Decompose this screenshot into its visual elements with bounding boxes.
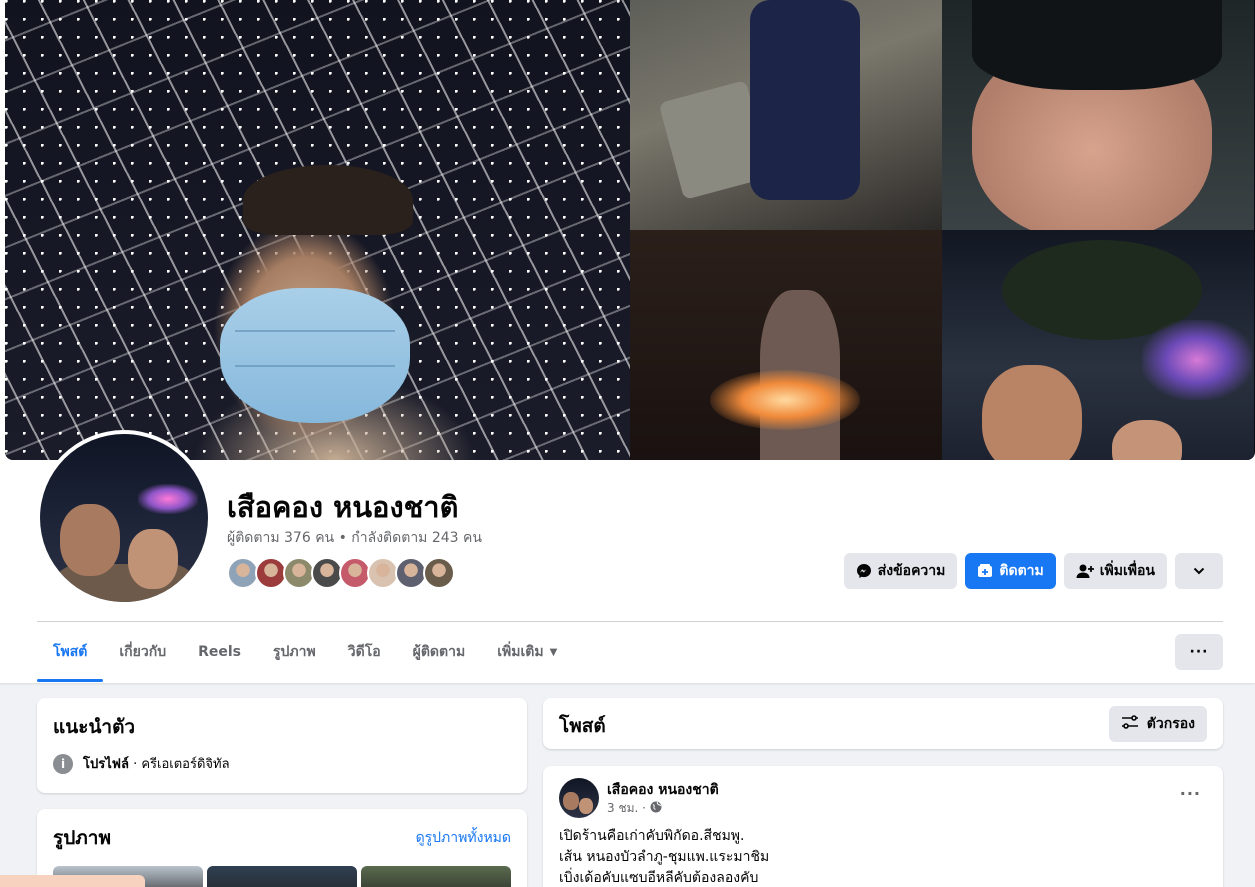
tab-photos[interactable]: รูปภาพ bbox=[257, 623, 332, 681]
post-meta: 3 ชม. · bbox=[607, 799, 662, 818]
profile-tabs: โพสต์ เกี่ยวกับ Reels รูปภาพ วิดีโอ ผู้ต… bbox=[37, 623, 573, 683]
message-button[interactable]: ส่งข้อความ bbox=[843, 553, 958, 589]
caret-down-icon: ▼ bbox=[549, 646, 558, 658]
cover-photo[interactable] bbox=[5, 0, 1255, 460]
avatar-face bbox=[60, 504, 120, 576]
cover-tile bbox=[942, 0, 1254, 240]
post-text-line: เปิดร้านคือเก่าคับพิกัดอ.สีชมพู. bbox=[559, 828, 745, 844]
profile-avatar[interactable] bbox=[36, 430, 212, 606]
post-time[interactable]: 3 ชม. · bbox=[607, 799, 646, 818]
chat-bubble-edge[interactable] bbox=[0, 875, 145, 887]
tile-face bbox=[982, 365, 1082, 460]
see-all-photos-link[interactable]: ดูรูปภาพทั้งหมด bbox=[416, 827, 511, 849]
cover-tile bbox=[942, 230, 1254, 460]
intro-title: แนะนำตัว bbox=[53, 716, 136, 738]
mask-fold bbox=[235, 330, 395, 332]
follow-button-label: ติดตาม bbox=[999, 563, 1044, 579]
cover-tile bbox=[630, 0, 942, 230]
tab-about[interactable]: เกี่ยวกับ bbox=[103, 623, 182, 681]
tab-label: เกี่ยวกับ bbox=[119, 644, 167, 660]
post-author-name[interactable]: เสือคอง หนองชาติ bbox=[607, 779, 719, 801]
tile-candles bbox=[710, 370, 860, 430]
profile-header: เสือคอง หนองชาติ ผู้ติดตาม 376 คน • กำลั… bbox=[0, 0, 1255, 683]
messenger-icon bbox=[856, 563, 872, 579]
cover-tile bbox=[630, 230, 942, 460]
more-options-button[interactable]: ··· bbox=[1175, 634, 1223, 670]
post-options-button[interactable]: ··· bbox=[1180, 784, 1201, 803]
tab-label: ผู้ติดตาม bbox=[412, 644, 466, 660]
tab-posts[interactable]: โพสต์ bbox=[37, 623, 104, 682]
avatar-photo bbox=[40, 434, 208, 602]
post-text: เปิดร้านคือเก่าคับพิกัดอ.สีชมพู. เส้น หน… bbox=[559, 826, 769, 887]
cover-person-mask bbox=[220, 288, 410, 423]
tab-followers[interactable]: ผู้ติดตาม bbox=[397, 623, 482, 681]
profile-actions: ส่งข้อความ ติดตาม เพิ่มเพื่อน bbox=[843, 553, 1223, 589]
tile-hair bbox=[972, 0, 1222, 90]
avatar-face bbox=[128, 529, 178, 589]
tab-label: Reels bbox=[198, 644, 241, 660]
posts-header: โพสต์ ตัวกรอง bbox=[543, 698, 1223, 749]
follow-stats[interactable]: ผู้ติดตาม 376 คน • กำลังติดตาม 243 คน bbox=[227, 527, 482, 549]
photos-title: รูปภาพ bbox=[53, 827, 111, 849]
cover-person-hair bbox=[243, 165, 413, 235]
tab-videos[interactable]: วิดีโอ bbox=[332, 623, 397, 681]
add-friend-icon bbox=[1076, 563, 1094, 579]
globe-icon bbox=[650, 801, 662, 816]
info-icon: i bbox=[53, 753, 73, 774]
cover-main-photo bbox=[5, 0, 630, 460]
avatar-lights bbox=[138, 484, 198, 514]
expand-button[interactable] bbox=[1175, 553, 1223, 589]
intro-profile-label: โปรไฟล์ bbox=[83, 757, 129, 772]
mask-fold bbox=[235, 365, 395, 367]
filter-icon bbox=[1121, 715, 1139, 733]
tile-shirt bbox=[750, 0, 860, 200]
post-text-line: เบิ่งเด้อคับแซบอีหลีคับต้องลองคับ bbox=[559, 870, 759, 886]
posts-title: โพสต์ bbox=[559, 715, 606, 737]
follow-icon bbox=[977, 563, 993, 579]
add-friend-button-label: เพิ่มเพื่อน bbox=[1099, 563, 1155, 579]
tab-more[interactable]: เพิ่มเติม ▼ bbox=[481, 623, 573, 681]
post-author-avatar[interactable] bbox=[559, 778, 599, 818]
tile-lights bbox=[1142, 320, 1252, 400]
tab-reels[interactable]: Reels bbox=[182, 623, 257, 681]
tab-label: รูปภาพ bbox=[273, 644, 316, 660]
friend-avatar[interactable] bbox=[423, 557, 455, 589]
chevron-down-icon bbox=[1193, 567, 1205, 575]
filter-button[interactable]: ตัวกรอง bbox=[1108, 706, 1207, 742]
photo-thumbnail[interactable] bbox=[361, 866, 511, 887]
tile-face bbox=[1112, 420, 1182, 460]
intro-card: แนะนำตัว i โปรไฟล์ · ครีเอเตอร์ดิจิทัล bbox=[37, 698, 527, 793]
friend-avatars bbox=[227, 557, 455, 589]
message-button-label: ส่งข้อความ bbox=[877, 563, 946, 579]
intro-profile-category: · ครีเอเตอร์ดิจิทัล bbox=[128, 757, 230, 772]
avatar-face bbox=[579, 798, 593, 814]
add-friend-button[interactable]: เพิ่มเพื่อน bbox=[1063, 553, 1167, 589]
profile-name: เสือคอง หนองชาติ bbox=[227, 490, 459, 524]
intro-profile-row: i โปรไฟล์ · ครีเอเตอร์ดิจิทัล bbox=[53, 753, 230, 774]
avatar-face bbox=[563, 792, 579, 810]
post: เสือคอง หนองชาติ 3 ชม. · ··· เปิดร้านคือ… bbox=[543, 766, 1223, 887]
tab-label: เพิ่มเติม bbox=[497, 644, 544, 660]
filter-label: ตัวกรอง bbox=[1146, 716, 1195, 732]
tab-label: โพสต์ bbox=[53, 644, 88, 660]
tab-label: วิดีโอ bbox=[347, 644, 381, 660]
post-text-line: เส้น หนองบัวลำภู-ชุมแพ.แระมาชิม bbox=[559, 849, 770, 865]
photo-thumbnail[interactable] bbox=[207, 866, 357, 887]
header-divider bbox=[37, 621, 1223, 622]
follow-button[interactable]: ติดตาม bbox=[965, 553, 1056, 589]
